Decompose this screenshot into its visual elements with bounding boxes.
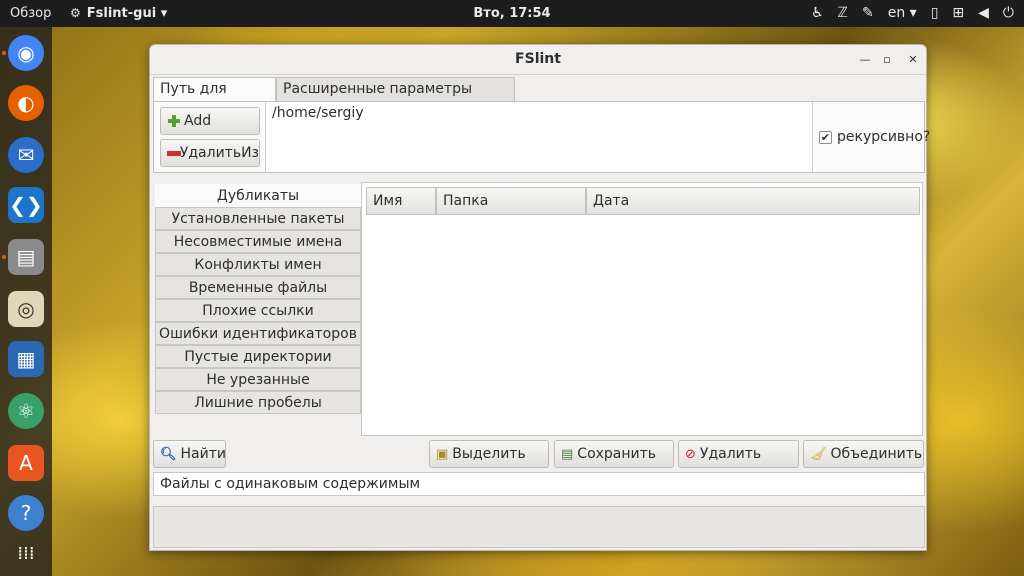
delete-label: Удалить (699, 446, 762, 462)
select-label: Выделить (452, 446, 526, 462)
select-button[interactable]: ▣ Выделить (429, 440, 549, 468)
add-path-button[interactable]: Add (160, 107, 260, 135)
running-indicator (2, 255, 6, 259)
zoom-icon[interactable]: ℤ (838, 0, 848, 27)
category-bad-symlinks[interactable]: Плохие ссылки (155, 299, 361, 322)
category-name-clashes[interactable]: Конфликты имен (155, 253, 361, 276)
remove-path-label: УдалитьИз (179, 145, 259, 161)
volume-icon[interactable]: ◀ (978, 0, 989, 27)
recursive-label: рекурсивно? (837, 129, 931, 145)
thunderbird-icon[interactable]: ✉ (8, 137, 44, 173)
column-header-name[interactable]: Имя (366, 187, 436, 215)
dock: ◉ ◐ ✉ ❮❯ ▤ ◎ ▦ ⚛ A ? ⁞⁞⁞ (0, 27, 52, 576)
app-menu[interactable]: ⚙ Fslint-gui ▾ (70, 0, 167, 27)
status-bar (153, 506, 925, 548)
category-temp-files[interactable]: Временные файлы (155, 276, 361, 299)
files-icon[interactable]: ▤ (8, 239, 44, 275)
window-title: FSlint (515, 51, 561, 67)
minimize-button[interactable]: — (856, 51, 874, 69)
path-list[interactable]: /home/sergiy (265, 102, 813, 172)
help-icon[interactable]: ? (8, 495, 44, 531)
activities-button[interactable]: Обзор (10, 0, 51, 27)
category-list: Дубликаты Установленные пакеты Несовмест… (155, 184, 361, 436)
category-bad-names[interactable]: Несовместимые имена (155, 230, 361, 253)
save-button[interactable]: ▤ Сохранить (554, 440, 674, 468)
find-label: Найти (180, 446, 226, 462)
app-menu-label: Fslint-gui ▾ (86, 6, 168, 21)
power-icon[interactable]: ⏻ (1003, 0, 1014, 27)
show-apps-icon[interactable]: ⁞⁞⁞ (8, 535, 44, 571)
category-redundant-whitespace[interactable]: Лишние пробелы (155, 391, 361, 414)
rhythmbox-icon[interactable]: ◎ (8, 291, 44, 327)
vscode-icon[interactable]: ❮❯ (8, 187, 44, 223)
title-bar[interactable]: FSlint — ▫ ✕ (150, 45, 926, 75)
top-bar: Обзор ⚙ Fslint-gui ▾ Вто, 17:54 ♿ ℤ ✎ en … (0, 0, 1024, 27)
atom-icon[interactable]: ⚛ (8, 393, 44, 429)
language-selector[interactable]: en ▾ (888, 0, 917, 27)
minus-icon (167, 146, 181, 160)
remove-path-button[interactable]: УдалитьИз (160, 139, 260, 167)
fslint-window: FSlint — ▫ ✕ Путь для поиска Расширенные… (149, 44, 930, 551)
column-header-date[interactable]: Дата (586, 187, 920, 215)
gear-icon: ⚙ (70, 6, 81, 20)
software-center-icon[interactable]: A (8, 445, 44, 481)
pen-icon[interactable]: ✎ (862, 0, 874, 27)
category-bad-ids[interactable]: Ошибки идентификаторов (155, 322, 361, 345)
merge-label: Объединить (830, 446, 923, 462)
search-icon: 🔍︎ (160, 446, 177, 462)
check-icon[interactable]: ✔ (819, 130, 832, 144)
running-indicator (2, 51, 6, 55)
search-path-panel: Add УдалитьИз /home/sergiy ✔ рекурсивно? (153, 101, 930, 173)
tab-search-path[interactable]: Путь для поиска (153, 77, 276, 119)
firefox-icon[interactable]: ◐ (8, 85, 44, 121)
save-icon: ▤ (561, 446, 574, 462)
accessibility-icon[interactable]: ♿ (811, 0, 824, 27)
broom-icon: 🧹︎ (810, 446, 827, 462)
clipboard-icon[interactable]: ▯ (931, 0, 939, 27)
category-duplicates[interactable]: Дубликаты (155, 184, 361, 207)
merge-button[interactable]: 🧹︎ Объединить (803, 440, 924, 468)
category-installed-packages[interactable]: Установленные пакеты (155, 207, 361, 230)
plus-icon (167, 114, 181, 128)
tab-advanced-search[interactable]: Расширенные параметры поиска (276, 77, 515, 119)
add-path-label: Add (184, 113, 212, 129)
results-table[interactable]: Имя Папка Дата (361, 182, 923, 436)
find-button[interactable]: 🔍︎ Найти (153, 440, 226, 468)
system-tray: ♿ ℤ ✎ en ▾ ▯ ⊞ ◀ ⏻ (811, 0, 1014, 27)
network-icon[interactable]: ⊞ (952, 0, 964, 27)
path-entry[interactable]: /home/sergiy (272, 105, 364, 121)
select-page-icon: ▣ (436, 446, 449, 462)
category-description: Файлы с одинаковым содержимым (153, 472, 925, 496)
writer-icon[interactable]: ▦ (8, 341, 44, 377)
column-header-folder[interactable]: Папка (436, 187, 586, 215)
chrome-icon[interactable]: ◉ (8, 35, 44, 71)
maximize-button[interactable]: ▫ (878, 51, 896, 69)
delete-button[interactable]: ⊘ Удалить (678, 440, 799, 468)
category-non-stripped-binaries[interactable]: Не урезанные исполняемые (155, 368, 361, 410)
recursive-checkbox[interactable]: ✔ рекурсивно? (819, 129, 930, 145)
save-label: Сохранить (577, 446, 657, 462)
no-entry-icon: ⊘ (685, 446, 696, 462)
close-button[interactable]: ✕ (904, 51, 922, 69)
category-empty-dirs[interactable]: Пустые директории (155, 345, 361, 368)
